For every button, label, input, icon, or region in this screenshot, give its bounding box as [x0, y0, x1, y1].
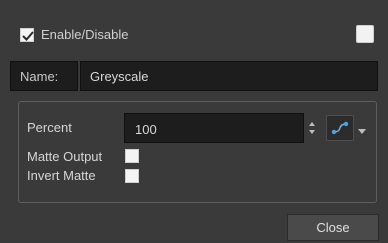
matte-output-checkbox[interactable]	[125, 149, 139, 163]
name-input[interactable]: Greyscale	[80, 61, 378, 91]
dropdown-arrow-icon[interactable]	[357, 124, 367, 134]
name-value: Greyscale	[90, 69, 149, 84]
close-button[interactable]: Close	[287, 214, 379, 241]
invert-matte-checkbox[interactable]	[125, 169, 139, 183]
percent-value: 100	[135, 122, 157, 137]
name-label-box: Name:	[10, 61, 78, 91]
percent-label: Percent	[27, 120, 72, 135]
name-label: Name:	[20, 69, 59, 84]
matte-output-label: Matte Output	[27, 149, 103, 164]
percent-input[interactable]: 100	[124, 113, 304, 143]
enable-label: Enable/Disable	[41, 27, 129, 42]
enable-checkbox[interactable]	[20, 28, 34, 42]
function-curve-icon	[331, 121, 349, 135]
spin-arrows-icon[interactable]	[308, 120, 316, 136]
function-curve-button[interactable]	[326, 115, 354, 141]
color-swatch[interactable]	[356, 25, 374, 43]
checkmark-icon	[22, 31, 34, 41]
invert-matte-label: Invert Matte	[27, 168, 96, 183]
close-label: Close	[316, 220, 350, 235]
